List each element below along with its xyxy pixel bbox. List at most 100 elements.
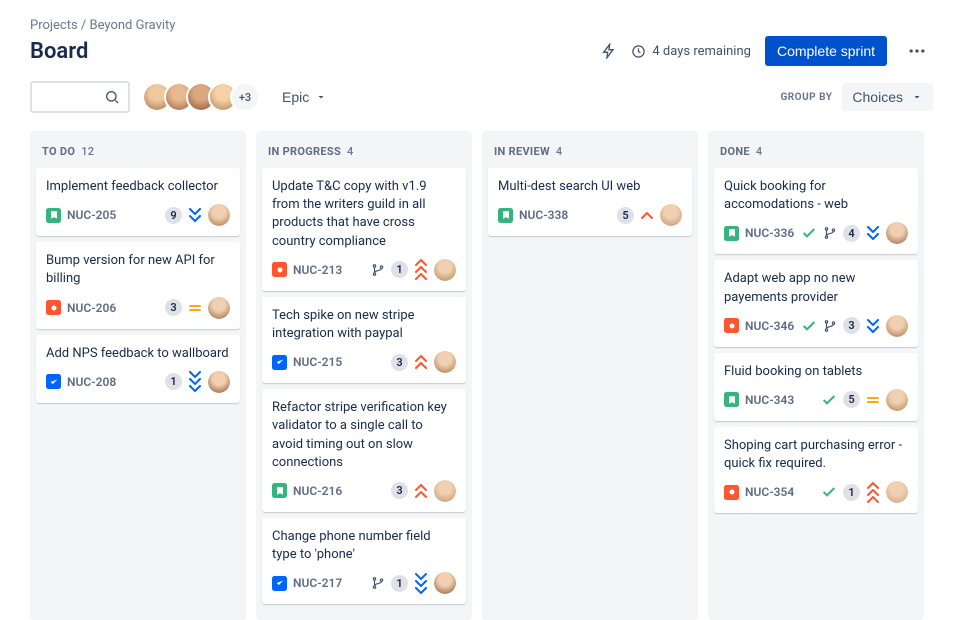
issue-card[interactable]: Quick booking for accomodations - webNUC… — [714, 168, 918, 254]
check-icon — [801, 318, 817, 334]
search-box[interactable] — [30, 81, 130, 113]
column-count: 4 — [347, 145, 354, 158]
breadcrumb-current[interactable]: Beyond Gravity — [90, 18, 176, 33]
issue-card[interactable]: Refactor stripe verification key validat… — [262, 389, 466, 512]
assignee-avatar[interactable] — [434, 480, 456, 502]
column-count: 12 — [81, 145, 94, 158]
assignee-avatar[interactable] — [886, 389, 908, 411]
issue-type-icon — [724, 392, 739, 407]
column: IN PROGRESS 4 Update T&C copy with v1.9 fr… — [256, 131, 472, 620]
chevron-down-icon — [911, 91, 923, 103]
assignee-avatar[interactable] — [660, 204, 682, 226]
branch-icon — [823, 226, 837, 240]
issue-key: NUC-208 — [67, 375, 116, 389]
column: TO DO 12 Implement feedback collector NUC-2… — [30, 131, 246, 620]
assignee-avatar[interactable] — [208, 297, 230, 319]
issue-card[interactable]: Bump version for new API for billingNUC-… — [36, 242, 240, 328]
issue-type-icon — [724, 226, 739, 241]
issue-type-icon — [46, 208, 61, 223]
priority-icon — [188, 303, 202, 313]
assignee-avatar[interactable] — [434, 572, 456, 594]
card-title: Implement feedback collector — [46, 178, 230, 196]
issue-type-icon — [272, 262, 287, 277]
toolbar: +3 Epic GROUP BY Choices — [30, 81, 933, 113]
issue-card[interactable]: Adapt web app no new payements providerN… — [714, 260, 918, 346]
issue-card[interactable]: Tech spike on new stripe integration wit… — [262, 297, 466, 383]
issue-type-icon — [46, 374, 61, 389]
issue-key: NUC-206 — [67, 301, 116, 315]
group-by-button[interactable]: Choices — [842, 83, 933, 111]
assignee-avatar[interactable] — [886, 481, 908, 503]
more-actions-button[interactable] — [901, 35, 933, 67]
card-title: Multi-dest search UI web — [498, 178, 682, 196]
avatar-overflow[interactable]: +3 — [230, 82, 260, 112]
issue-card[interactable]: Multi-dest search UI webNUC-3385 — [488, 168, 692, 236]
card-title: Change phone number field type to 'phone… — [272, 528, 456, 564]
assignee-avatar[interactable] — [208, 204, 230, 226]
check-icon — [821, 484, 837, 500]
issue-key: NUC-205 — [67, 208, 116, 222]
priority-icon — [640, 212, 654, 219]
issue-type-icon — [272, 355, 287, 370]
column: IN REVIEW4Multi-dest search UI webNUC-33… — [482, 131, 698, 620]
complete-sprint-button[interactable]: Complete sprint — [765, 36, 887, 66]
automation-icon[interactable] — [601, 43, 617, 59]
column-title: TO DO — [42, 145, 75, 158]
issue-card[interactable]: Fluid booking on tablets NUC-343 5 — [714, 353, 918, 421]
column-title: IN PROGRESS — [268, 145, 341, 158]
issue-key: NUC-346 — [745, 319, 794, 333]
assignee-avatar[interactable] — [886, 315, 908, 337]
card-title: Fluid booking on tablets — [724, 363, 908, 381]
assignee-avatar[interactable] — [208, 371, 230, 393]
assignee-avatar[interactable] — [886, 222, 908, 244]
breadcrumb-parent[interactable]: Projects — [30, 18, 78, 33]
estimate-badge: 3 — [391, 354, 408, 371]
breadcrumb: Projects / Beyond Gravity — [30, 18, 933, 33]
estimate-badge: 5 — [843, 391, 860, 408]
card-title: Add NPS feedback to wallboard — [46, 345, 230, 363]
issue-key: NUC-343 — [745, 393, 794, 407]
branch-icon — [371, 576, 385, 590]
priority-icon — [866, 226, 880, 240]
epic-filter-button[interactable]: Epic — [272, 83, 337, 111]
group-by-label: GROUP BY — [780, 92, 832, 103]
estimate-badge: 9 — [165, 207, 182, 224]
column-header: IN PROGRESS 4 — [262, 141, 466, 168]
priority-icon — [866, 319, 880, 333]
priority-icon — [414, 259, 428, 280]
assignee-avatar[interactable] — [434, 259, 456, 281]
issue-key: NUC-354 — [745, 485, 794, 499]
search-input[interactable] — [40, 89, 104, 105]
search-icon — [104, 89, 120, 105]
issue-card[interactable]: Shoping cart purchasing error - quick fi… — [714, 427, 918, 513]
estimate-badge: 5 — [617, 207, 634, 224]
issue-card[interactable]: Implement feedback collector NUC-205 9 — [36, 168, 240, 236]
card-title: Refactor stripe verification key validat… — [272, 399, 456, 472]
issue-type-icon — [46, 300, 61, 315]
priority-icon — [866, 482, 880, 503]
issue-type-icon — [272, 483, 287, 498]
board: TO DO 12 Implement feedback collector NUC-2… — [30, 131, 933, 620]
issue-card[interactable]: Update T&C copy with v1.9 from the write… — [262, 168, 466, 291]
branch-icon — [823, 319, 837, 333]
clock-icon — [631, 44, 646, 59]
issue-card[interactable]: Change phone number field type to 'phone… — [262, 518, 466, 604]
issue-type-icon — [724, 318, 739, 333]
estimate-badge: 3 — [843, 317, 860, 334]
estimate-badge: 4 — [843, 225, 860, 242]
header: Board 4 days remaining Complete sprint — [30, 35, 933, 67]
assignee-avatar[interactable] — [434, 351, 456, 373]
column: DONE4Quick booking for accomodations - w… — [708, 131, 924, 620]
priority-icon — [414, 355, 428, 369]
column-header: IN REVIEW4 — [488, 141, 692, 168]
page-title: Board — [30, 39, 88, 64]
issue-key: NUC-215 — [293, 355, 342, 369]
column-count: 4 — [756, 145, 763, 158]
card-title: Update T&C copy with v1.9 from the write… — [272, 178, 456, 251]
member-avatars: +3 — [142, 82, 260, 112]
estimate-badge: 3 — [165, 299, 182, 316]
time-remaining: 4 days remaining — [631, 44, 751, 59]
issue-card[interactable]: Add NPS feedback to wallboardNUC-2081 — [36, 335, 240, 403]
issue-type-icon — [272, 576, 287, 591]
card-title: Shoping cart purchasing error - quick fi… — [724, 437, 908, 473]
